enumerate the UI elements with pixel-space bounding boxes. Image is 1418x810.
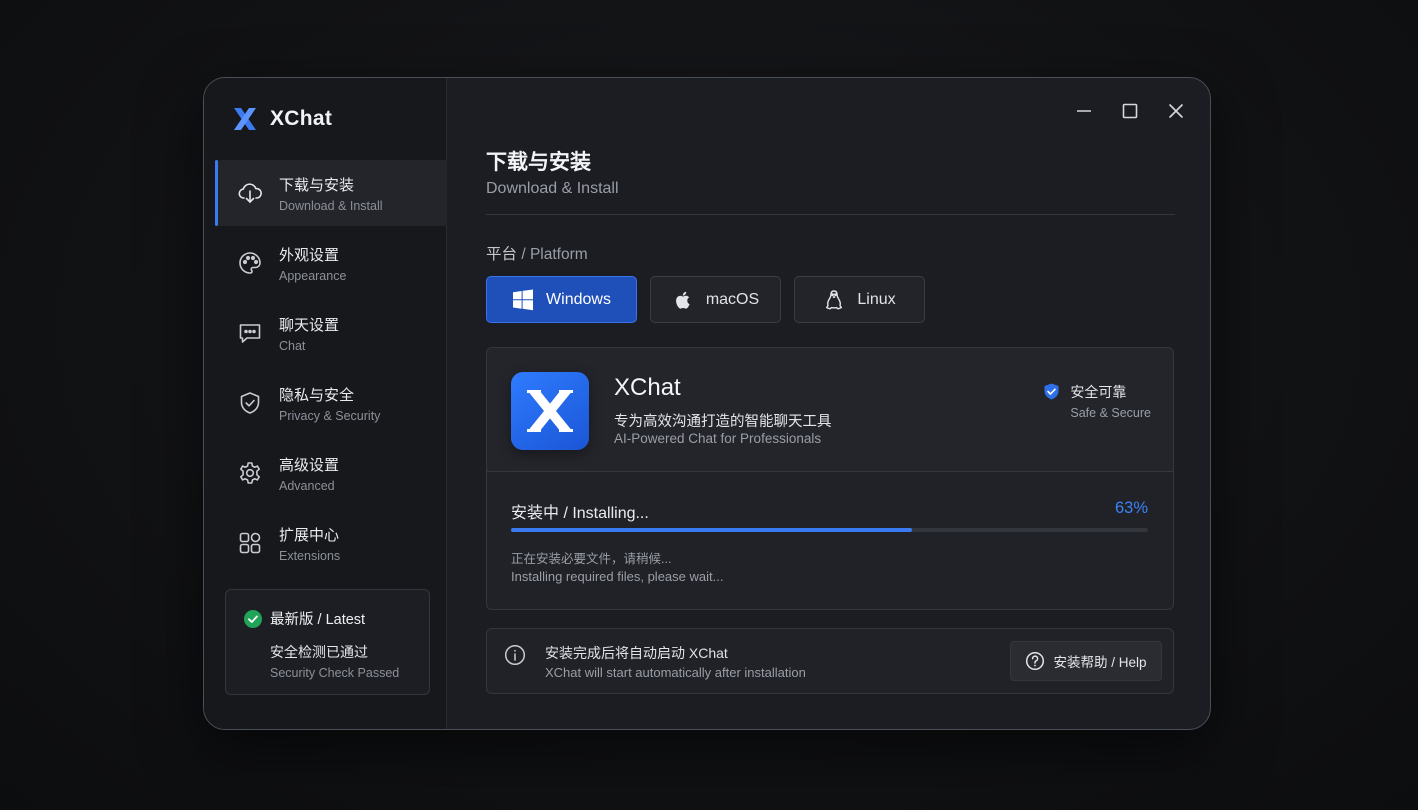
sidebar-item-privacy-security[interactable]: 隐私与安全 Privacy & Security — [215, 370, 447, 436]
shield-icon — [240, 392, 260, 414]
xchat-app-logo — [511, 372, 589, 450]
install-progress: 安装中 / Installing... 63% 正在安装必要文件，请稍候... … — [487, 472, 1173, 609]
minimize-icon — [1077, 110, 1091, 112]
maximize-button[interactable] — [1116, 100, 1144, 122]
sidebar-item-label: 隐私与安全 — [279, 386, 355, 404]
divider — [486, 214, 1175, 215]
latest-version-title: 最新版 / Latest — [270, 612, 366, 628]
sidebar-item-appearance[interactable]: 外观设置 Appearance — [215, 230, 447, 296]
progress-note-en: Installing required files, please wait..… — [511, 569, 724, 584]
close-icon — [1169, 104, 1183, 118]
minimize-button[interactable] — [1070, 100, 1098, 122]
main-panel: 下载与安装 Download & Install 平台 / Platform W… — [447, 78, 1210, 729]
page-subtitle: Download & Install — [486, 180, 619, 197]
progress-bar — [511, 528, 1148, 532]
progress-note-zh: 正在安装必要文件，请稍候... — [511, 552, 672, 566]
platform-label: macOS — [705, 290, 760, 308]
platform-linux-button[interactable]: Linux — [794, 276, 925, 323]
platform-label: Windows — [546, 290, 611, 308]
app-window: XChat 下载与安装 Download & Install 外观设置 Appe… — [203, 77, 1211, 730]
check-circle-icon — [244, 609, 262, 628]
sidebar-item-sublabel: Appearance — [279, 268, 347, 283]
help-button[interactable]: 安装帮助 / Help — [1010, 641, 1162, 681]
platform-windows-button[interactable]: Windows — [486, 276, 637, 323]
sidebar: XChat 下载与安装 Download & Install 外观设置 Appe… — [204, 78, 447, 729]
page-title: 下载与安装 — [486, 151, 591, 174]
latest-version-card: 最新版 / Latest 安全检测已通过 Security Check Pass… — [225, 589, 430, 695]
platform-label-zh: 平台 — [486, 246, 518, 263]
platform-label: 平台 / Platform — [486, 242, 588, 264]
info-bar: 安装完成后将自动启动 XChat XChat will start automa… — [486, 628, 1174, 694]
help-circle-icon — [1026, 651, 1045, 671]
sidebar-item-sublabel: Extensions — [279, 548, 341, 563]
grid-apps-icon — [239, 532, 261, 554]
app-tagline-zh: 专为高效沟通打造的智能聊天工具 — [614, 414, 832, 430]
windows-icon — [513, 289, 534, 310]
cloud-download-icon — [238, 183, 262, 203]
help-button-label: 安装帮助 / Help — [1053, 655, 1147, 670]
app-install-card: XChat 专为高效沟通打造的智能聊天工具 AI-Powered Chat fo… — [486, 347, 1174, 610]
sidebar-item-label: 外观设置 — [279, 246, 340, 264]
sidebar-item-label: 高级设置 — [279, 456, 340, 474]
progress-percent: 63% — [1114, 499, 1148, 517]
brand-name: XChat — [270, 107, 333, 130]
xchat-logo-icon — [234, 108, 256, 130]
sidebar-item-download-install[interactable]: 下载与安装 Download & Install — [215, 160, 447, 226]
xchat-logo-icon — [527, 390, 573, 432]
safe-label: 安全可靠 — [1070, 384, 1127, 400]
sidebar-item-label: 下载与安装 — [279, 176, 355, 194]
sidebar-item-label: 聊天设置 — [279, 316, 340, 334]
chat-bubble-icon — [239, 324, 261, 343]
safe-badge: 安全可靠 Safe & Secure — [1043, 382, 1151, 420]
sidebar-item-extensions[interactable]: 扩展中心 Extensions — [215, 510, 447, 576]
info-icon — [504, 644, 526, 666]
security-check-sublabel: Security Check Passed — [270, 666, 400, 680]
platform-label-en: / Platform — [521, 246, 588, 263]
sidebar-item-sublabel: Chat — [279, 338, 306, 353]
sidebar-item-advanced[interactable]: 高级设置 Advanced — [215, 440, 447, 506]
verified-shield-icon — [1044, 383, 1059, 400]
security-check-label: 安全检测已通过 — [270, 644, 368, 660]
platform-macos-button[interactable]: macOS — [650, 276, 781, 323]
sidebar-nav: 下载与安装 Download & Install 外观设置 Appearance — [215, 160, 447, 580]
linux-penguin-icon — [826, 289, 843, 309]
maximize-icon — [1122, 103, 1138, 119]
progress-bar-fill — [511, 528, 913, 532]
app-name: XChat — [614, 374, 681, 401]
gear-icon — [240, 462, 260, 484]
info-text-en: XChat will start automatically after ins… — [545, 665, 806, 680]
palette-icon — [239, 252, 261, 274]
app-tagline-en: AI-Powered Chat for Professionals — [614, 431, 822, 446]
window-controls — [1070, 100, 1190, 122]
progress-label: 安装中 / Installing... — [511, 505, 649, 522]
sidebar-item-sublabel: Download & Install — [279, 198, 383, 213]
platform-label: Linux — [857, 290, 896, 308]
sidebar-item-chat[interactable]: 聊天设置 Chat — [215, 300, 447, 366]
platform-selector: Windows macOS Linux — [486, 276, 925, 323]
info-text-zh: 安装完成后将自动启动 XChat — [545, 645, 728, 661]
safe-sublabel: Safe & Secure — [1070, 406, 1151, 420]
sidebar-item-label: 扩展中心 — [279, 526, 340, 544]
sidebar-item-sublabel: Privacy & Security — [279, 408, 381, 423]
sidebar-item-sublabel: Advanced — [279, 478, 335, 493]
apple-icon — [675, 291, 690, 309]
close-button[interactable] — [1162, 100, 1190, 122]
brand: XChat — [232, 106, 332, 132]
